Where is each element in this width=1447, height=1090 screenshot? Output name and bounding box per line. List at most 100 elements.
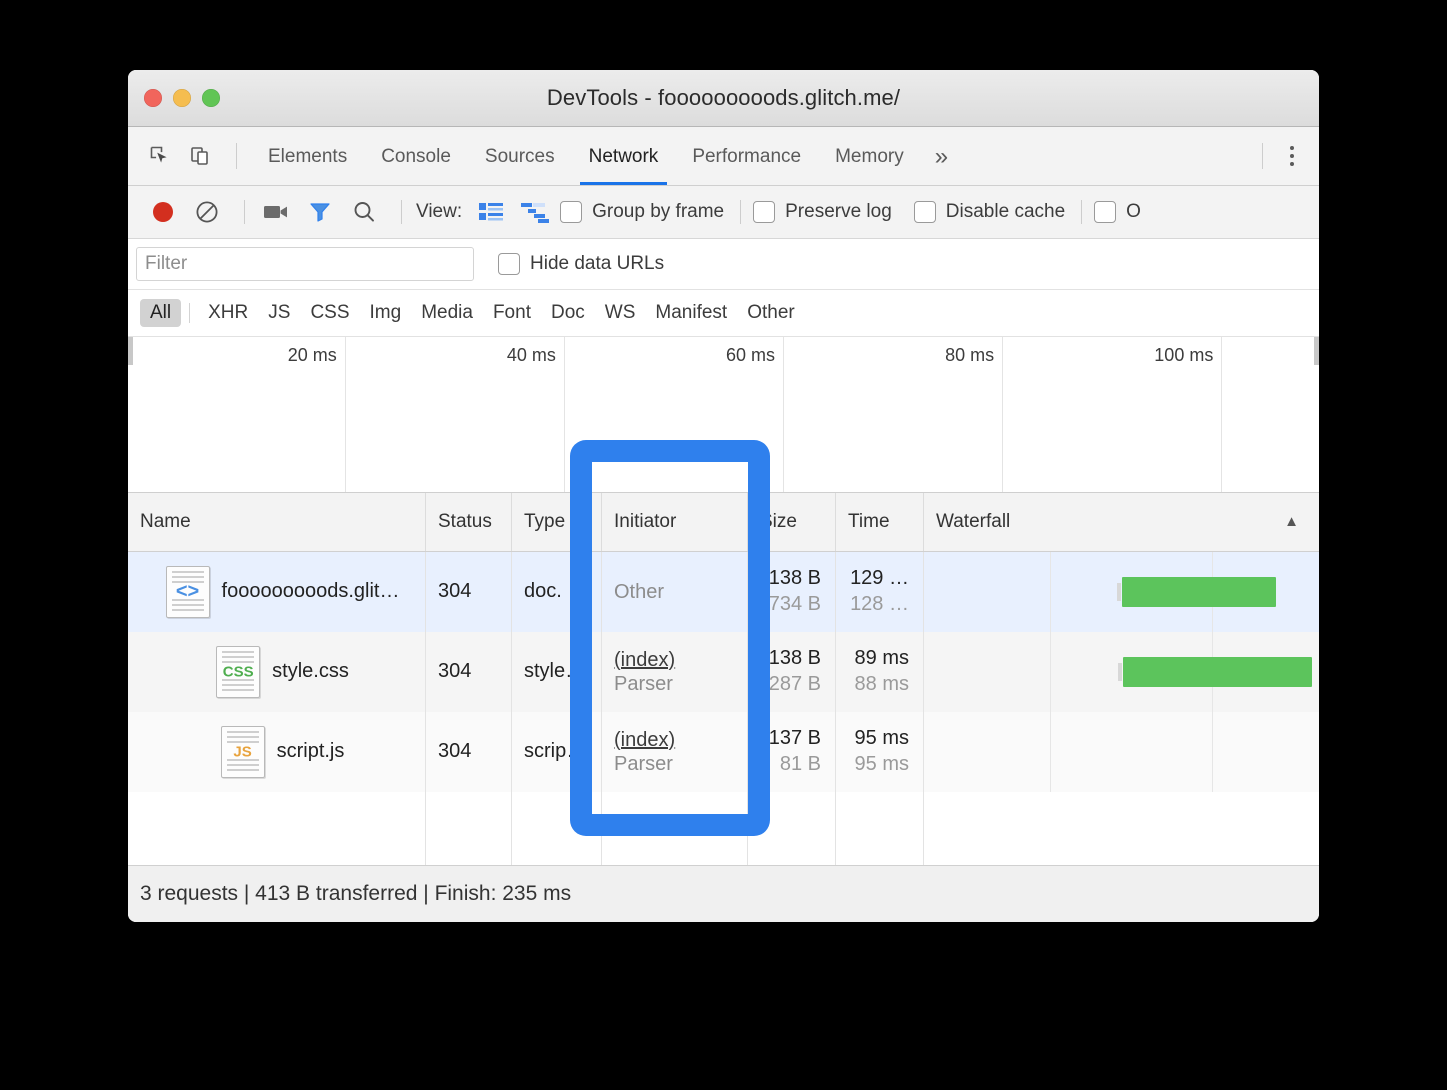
column-header-initiator[interactable]: Initiator (602, 493, 748, 551)
status-code: 304 (438, 660, 472, 683)
timeline-gridline (344, 337, 346, 492)
table-row[interactable]: <> fooooooooods.glit… 304 doc. Other 138… (128, 552, 1319, 632)
checkbox-group-by-frame[interactable]: Group by frame (560, 201, 724, 223)
network-toolbar: View: Group by frame Preserve log Disabl… (128, 186, 1319, 239)
cell-size: 138 B 734 B (748, 552, 836, 632)
checkbox-disable-cache[interactable]: Disable cache (913, 201, 1065, 223)
filter-row: Filter Hide data URLs (128, 239, 1319, 290)
hide-data-urls-checkbox[interactable] (498, 253, 520, 275)
js-file-icon-glyph: JS (233, 743, 252, 761)
table-row[interactable]: CSS style.css 304 style… (index) Parser … (128, 632, 1319, 712)
filter-input[interactable]: Filter (136, 247, 474, 281)
toolbar-divider-2 (401, 200, 402, 224)
type-filter-font[interactable]: Font (483, 299, 541, 327)
list-view-icon[interactable] (472, 193, 510, 231)
waterfall-bar (1116, 577, 1276, 607)
tab-console[interactable]: Console (364, 128, 468, 185)
type-filter-img[interactable]: Img (360, 299, 412, 327)
cell-status: 304 (426, 632, 512, 712)
column-header-name[interactable]: Name (128, 493, 426, 551)
tab-memory[interactable]: Memory (818, 128, 921, 185)
size-sub-value: 81 B (779, 753, 821, 775)
waterfall-view-icon[interactable] (516, 193, 554, 231)
inspect-element-icon[interactable] (142, 138, 178, 174)
column-header-type[interactable]: Type (512, 493, 602, 551)
group-by-frame-checkbox[interactable] (560, 201, 583, 223)
type-filter-js[interactable]: JS (258, 299, 300, 327)
camera-icon[interactable] (257, 193, 295, 231)
group-by-frame-label: Group by frame (592, 201, 725, 222)
search-icon[interactable] (345, 193, 383, 231)
sort-indicator-icon[interactable]: ▲ (1284, 493, 1299, 551)
timeline-gridline (783, 337, 785, 492)
summary-text: 3 requests | 413 B transferred | Finish:… (140, 882, 572, 905)
timeline-gridline (563, 337, 565, 492)
tab-divider (236, 143, 237, 169)
checkbox-hide-data-urls[interactable]: Hide data URLs (498, 253, 664, 275)
type-filter-manifest[interactable]: Manifest (645, 299, 737, 327)
network-status-bar: 3 requests | 413 B transferred | Finish:… (128, 865, 1319, 922)
funnel-icon[interactable] (301, 193, 339, 231)
type-filter-all[interactable]: All (140, 299, 182, 327)
initiator-value: Other (614, 580, 665, 603)
overview-right-handle[interactable] (1314, 337, 1319, 365)
window-title: DevTools - fooooooooods.glitch.me/ (546, 85, 901, 110)
resource-type: style… (524, 660, 586, 683)
initiator-link[interactable]: (index) (614, 728, 747, 754)
column-header-waterfall[interactable]: Waterfall (924, 493, 1319, 551)
cell-time: 129 … 128 … (836, 552, 924, 632)
type-filter-css[interactable]: CSS (300, 299, 359, 327)
request-name: style.css (272, 660, 349, 683)
table-row[interactable]: JS script.js 304 scrip… (index) Parser 1… (128, 712, 1319, 792)
cell-initiator: Other (602, 552, 748, 632)
type-filter-media[interactable]: Media (411, 299, 483, 327)
window-traffic-lights (144, 70, 220, 126)
table-header-row: Name Status Type Initiator Size Time Wat… (128, 493, 1319, 552)
timeline-tick-label: 80 ms (945, 345, 995, 365)
clear-button[interactable] (188, 193, 226, 231)
initiator-link[interactable]: (index) (614, 648, 747, 674)
checkbox-preserve-log[interactable]: Preserve log (753, 201, 892, 223)
more-tabs-icon[interactable]: » (921, 128, 962, 185)
cell-waterfall (924, 632, 1319, 712)
type-filter-doc[interactable]: Doc (541, 299, 595, 327)
tab-network[interactable]: Network (572, 128, 676, 185)
tab-performance[interactable]: Performance (675, 128, 818, 185)
type-filter-ws[interactable]: WS (595, 299, 646, 327)
cell-size: 138 B 287 B (748, 632, 836, 712)
cell-name[interactable]: <> fooooooooods.glit… (128, 552, 426, 632)
status-code: 304 (438, 740, 472, 763)
device-toolbar-icon[interactable] (182, 138, 218, 174)
column-header-time[interactable]: Time (836, 493, 924, 551)
record-button[interactable] (144, 193, 182, 231)
tab-elements[interactable]: Elements (251, 128, 364, 185)
cell-name[interactable]: JS script.js (128, 712, 426, 792)
network-overview-timeline[interactable]: 20 ms 40 ms 60 ms 80 ms 100 ms (128, 337, 1319, 493)
timeline-tick-label: 100 ms (1154, 345, 1214, 365)
type-filter-other[interactable]: Other (737, 299, 805, 327)
cell-name[interactable]: CSS style.css (128, 632, 426, 712)
tab-sources[interactable]: Sources (468, 128, 572, 185)
html-file-icon-glyph: <> (175, 580, 200, 603)
column-header-size[interactable]: Size (748, 493, 836, 551)
html-file-icon: <> (165, 566, 210, 618)
zoom-button[interactable] (202, 89, 220, 107)
time-sub-value: 128 … (850, 593, 909, 615)
cell-type: doc. (512, 552, 602, 632)
disable-cache-checkbox[interactable] (913, 201, 936, 223)
checkbox-offline[interactable]: O (1094, 201, 1141, 223)
offline-checkbox[interactable] (1094, 201, 1117, 223)
preserve-log-checkbox[interactable] (753, 201, 776, 223)
overview-left-handle[interactable] (128, 337, 133, 365)
timeline-tick-label: 40 ms (506, 345, 556, 365)
minimize-button[interactable] (173, 89, 191, 107)
size-value: 138 B (768, 647, 821, 670)
more-options-icon[interactable] (1277, 138, 1307, 174)
view-label: View: (416, 201, 463, 222)
timeline-gridline (1002, 337, 1004, 492)
type-filter-xhr[interactable]: XHR (198, 299, 258, 327)
close-button[interactable] (144, 89, 162, 107)
resource-type: scrip… (524, 740, 587, 763)
column-header-status[interactable]: Status (426, 493, 512, 551)
css-file-icon: CSS (216, 646, 261, 698)
